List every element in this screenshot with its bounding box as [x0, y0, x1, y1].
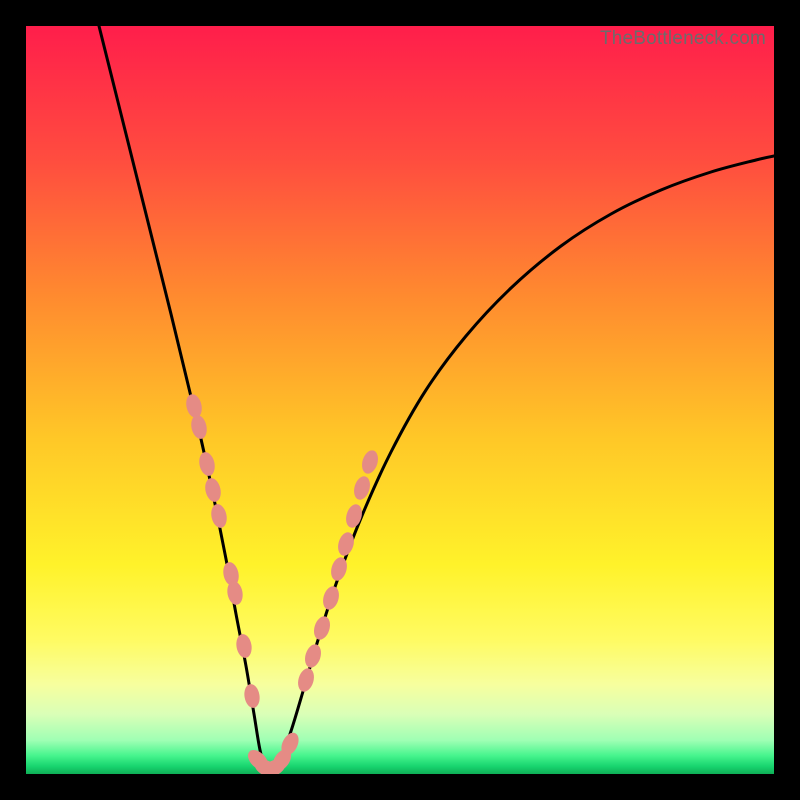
highlight-markers-right: [295, 448, 380, 693]
highlight-marker: [235, 633, 254, 659]
highlight-marker: [359, 448, 380, 475]
chart-frame: TheBottleneck.com: [26, 26, 774, 774]
highlight-marker: [209, 503, 229, 530]
highlight-marker: [302, 642, 323, 669]
highlight-markers-bottom: [244, 730, 302, 774]
plot-area: TheBottleneck.com: [26, 26, 774, 774]
highlight-marker: [320, 584, 341, 611]
highlight-marker: [243, 683, 262, 709]
highlight-marker: [203, 477, 223, 504]
highlight-markers-left: [184, 393, 261, 709]
highlight-marker: [343, 502, 364, 529]
highlight-marker: [295, 666, 316, 693]
highlight-marker: [311, 614, 332, 641]
bottleneck-curve: [99, 26, 774, 772]
highlight-marker: [184, 393, 204, 420]
highlight-marker: [197, 451, 217, 478]
highlight-marker: [189, 414, 209, 441]
chart-svg: [26, 26, 774, 774]
